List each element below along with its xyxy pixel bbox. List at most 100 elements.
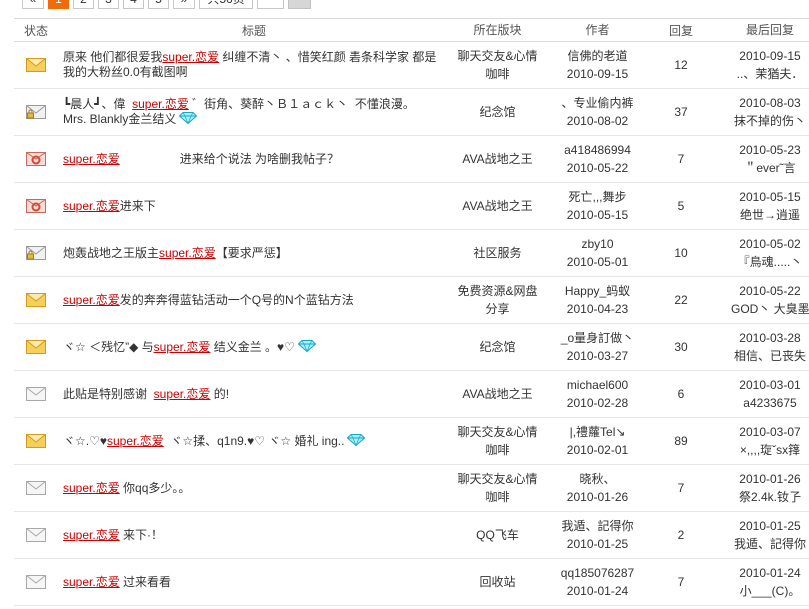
title-text[interactable]: 进来下: [120, 199, 156, 213]
last-reply-date[interactable]: 2010-03-07: [731, 423, 809, 441]
thread-title-link[interactable]: super.恋爱 进来给个说法 为啥删我帖子？: [63, 152, 339, 166]
last-reply-date[interactable]: 2010-03-28: [731, 329, 809, 347]
author-link[interactable]: 、专业偷内裤: [561, 94, 633, 112]
last-reply-date[interactable]: 2010-01-26: [731, 470, 809, 488]
thread-title-link[interactable]: super.恋爱 过来看看: [63, 575, 171, 589]
thread-title-link[interactable]: super.恋爱 你qq多少。。: [63, 481, 190, 495]
title-text[interactable]: ┗晨人┛、偉: [63, 97, 132, 111]
title-text[interactable]: 此贴是特别感谢: [63, 387, 154, 401]
page-go-button[interactable]: [288, 0, 311, 9]
keyword-highlight[interactable]: super.恋爱: [154, 340, 211, 354]
thread-title: super.恋爱 进来给个说法 为啥删我帖子？: [63, 152, 339, 167]
title-text[interactable]: ヾ☆.♡♥: [63, 434, 107, 448]
thread-title-link[interactable]: super.恋爱发的奔奔得蓝钻活动一个Q号的N个蓝钻方法: [63, 293, 354, 307]
last-reply-date[interactable]: 2010-05-22: [731, 282, 809, 300]
page-jump-input[interactable]: [257, 0, 284, 9]
page-3-button[interactable]: 3: [98, 0, 119, 9]
keyword-highlight[interactable]: super.恋爱: [63, 528, 120, 542]
title-text[interactable]: ヾ☆揉、q1n9.♥♡ ヾ☆ 婚礼 ing..: [164, 434, 344, 448]
thread-title-link[interactable]: ヾ☆.♡♥super.恋爱 ヾ☆揉、q1n9.♥♡ ヾ☆ 婚礼 ing..: [63, 434, 344, 448]
author-link[interactable]: a418486994: [564, 141, 631, 159]
last-reply-author[interactable]: a4233675: [731, 394, 809, 412]
title-text[interactable]: 原来 他们都很爱我: [63, 50, 162, 64]
forum-section-link[interactable]: QQ飞车: [476, 526, 519, 544]
keyword-highlight[interactable]: super.恋爱: [159, 246, 216, 260]
forum-section-link[interactable]: 纪念馆: [479, 103, 515, 121]
last-reply-author[interactable]: 祭2.4k.钕孒: [731, 488, 809, 506]
thread-title-link[interactable]: super.恋爱进来下: [63, 199, 156, 213]
author-link[interactable]: |,禮蘿Tel↘: [570, 423, 626, 441]
author-link[interactable]: _o量身訂做丶: [561, 329, 634, 347]
page-1-button[interactable]: 1: [48, 0, 69, 9]
title-text[interactable]: 进来给个说法 为啥删我帖子？: [120, 152, 339, 166]
author-link[interactable]: 死亡,,,舞步: [568, 188, 626, 206]
last-reply-author[interactable]: 小___(C)。: [731, 582, 809, 600]
thread-title-link[interactable]: 原来 他们都很爱我super.恋爱 纠缠不清丶 、惜笑红颜 砉条科学家 都是我的…: [63, 50, 436, 79]
forum-section-link[interactable]: 聊天交友&心情咖啡: [454, 47, 541, 83]
author-link[interactable]: michael600: [567, 376, 628, 394]
forum-section-link[interactable]: 回收站: [479, 573, 515, 591]
thread-title-link[interactable]: ┗晨人┛、偉 super.恋爱 ゛街角、葵醉丶Ｂ１ａｃｋ丶 不懂浪漫。 Mrs.…: [63, 97, 422, 126]
reply-count: 89: [674, 434, 688, 448]
author-link[interactable]: 我遁、記得你: [561, 517, 633, 535]
author-link[interactable]: qq185076287: [561, 564, 634, 582]
page-4-button[interactable]: 4: [123, 0, 144, 9]
thread-title-link[interactable]: 炮轰战地之王版主super.恋爱【要求严惩】: [63, 246, 288, 260]
last-reply-author[interactable]: 抹不掉的伤丶: [731, 112, 809, 130]
page-2-button[interactable]: 2: [73, 0, 94, 9]
last-reply-author[interactable]: 『鳥魂.....丶: [731, 253, 809, 271]
forum-section-link[interactable]: 纪念馆: [479, 338, 515, 356]
last-reply-author[interactable]: GOD丶 大臭墨: [731, 300, 809, 318]
keyword-highlight[interactable]: super.恋爱: [63, 575, 120, 589]
author-link[interactable]: 晓秋、: [579, 470, 615, 488]
forum-section-link[interactable]: 聊天交友&心情咖啡: [454, 423, 541, 459]
title-text[interactable]: 发的奔奔得蓝钻活动一个Q号的N个蓝钻方法: [120, 293, 354, 307]
keyword-highlight[interactable]: super.恋爱: [63, 152, 120, 166]
last-reply-date[interactable]: 2010-05-15: [731, 188, 809, 206]
title-text[interactable]: 的!: [210, 387, 229, 401]
title-text[interactable]: 结义金兰 。♥♡: [210, 340, 295, 354]
last-reply-date[interactable]: 2010-08-03: [731, 94, 809, 112]
keyword-highlight[interactable]: super.恋爱: [162, 50, 219, 64]
title-text[interactable]: 炮轰战地之王版主: [63, 246, 159, 260]
forum-section-link[interactable]: AVA战地之王: [462, 150, 532, 168]
keyword-highlight[interactable]: super.恋爱: [63, 293, 120, 307]
author-link[interactable]: Happy_蚂蚁: [565, 282, 630, 300]
thread-title-link[interactable]: ヾ☆ ＜残忆”◆ 与super.恋爱 结义金兰 。♥♡: [63, 340, 295, 354]
last-reply-author[interactable]: ..、茉猶夫．: [731, 65, 809, 83]
keyword-highlight[interactable]: super.恋爱: [63, 481, 120, 495]
last-reply-author[interactable]: 相信、已丧失: [731, 347, 809, 365]
keyword-highlight[interactable]: super.恋爱: [107, 434, 164, 448]
forum-section-link[interactable]: AVA战地之王: [462, 385, 532, 403]
last-reply-date[interactable]: 2010-01-24: [731, 564, 809, 582]
author-link[interactable]: zby10: [581, 235, 613, 253]
forum-section-link[interactable]: 聊天交友&心情咖啡: [454, 470, 541, 506]
title-text[interactable]: 来下·！: [120, 528, 163, 542]
page-5-button[interactable]: 5: [148, 0, 169, 9]
title-text[interactable]: 【要求严惩】: [216, 246, 288, 260]
last-reply-author[interactable]: ＂ever˜言: [731, 159, 809, 177]
last-reply-date[interactable]: 2010-01-25: [731, 517, 809, 535]
keyword-highlight[interactable]: super.恋爱: [63, 199, 120, 213]
keyword-highlight[interactable]: super.恋爱: [132, 97, 189, 111]
next-page-button[interactable]: »: [173, 0, 195, 9]
title-text[interactable]: 你qq多少。。: [120, 481, 190, 495]
title-text[interactable]: ヾ☆ ＜残忆”◆ 与: [63, 340, 154, 354]
prev-page-button[interactable]: «: [22, 0, 44, 9]
last-reply-date[interactable]: 2010-09-15: [731, 47, 809, 65]
title-text[interactable]: 过来看看: [120, 575, 171, 589]
thread-title-link[interactable]: super.恋爱 来下·！: [63, 528, 163, 542]
keyword-highlight[interactable]: super.恋爱: [154, 387, 211, 401]
forum-section-link[interactable]: AVA战地之王: [462, 197, 532, 215]
last-reply-date[interactable]: 2010-03-01: [731, 376, 809, 394]
author-link[interactable]: 信佛的老道: [567, 47, 627, 65]
forum-section-link[interactable]: 社区服务: [473, 244, 521, 262]
last-reply-author[interactable]: ×,,,,琁ˇsx箨: [731, 441, 809, 459]
last-reply-author[interactable]: 我遁、記得你: [731, 535, 809, 553]
last-reply-date[interactable]: 2010-05-02: [731, 235, 809, 253]
pagination: « 1 2 3 4 5 » 共56页: [22, 0, 311, 9]
forum-section-link[interactable]: 免费资源&网盘分享: [454, 282, 541, 318]
last-reply-date[interactable]: 2010-05-23: [731, 141, 809, 159]
last-reply-author[interactable]: 绝世→逍遥: [731, 206, 809, 224]
thread-title-link[interactable]: 此贴是特别感谢 super.恋爱 的!: [63, 387, 229, 401]
